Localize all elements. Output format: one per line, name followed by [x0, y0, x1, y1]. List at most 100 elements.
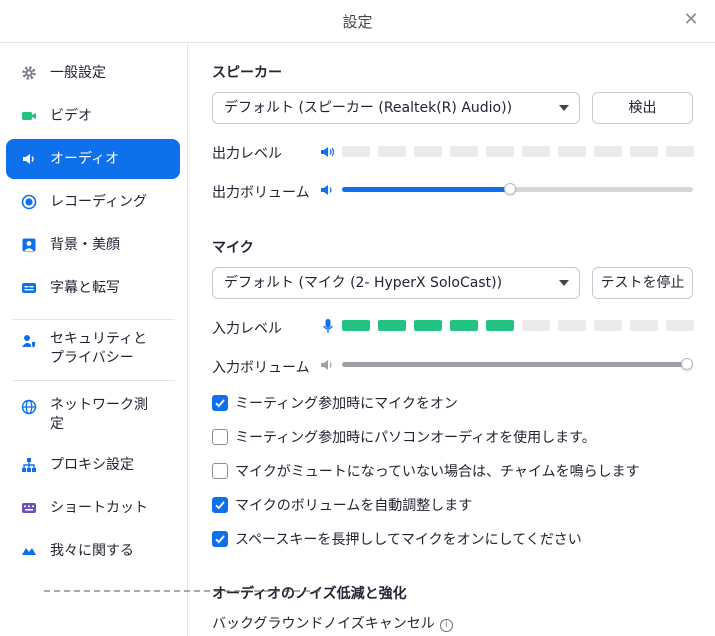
input-level-meter [342, 320, 694, 331]
checkbox-computer-audio-on-join[interactable]: ミーティング参加時にパソコンオーディオを使用します。 [212, 427, 596, 447]
output-volume-label: 出力ボリューム [212, 185, 310, 201]
chevron-down-icon [559, 105, 569, 111]
checkbox-label: スペースキーを長押ししてマイクをオンにしてください [235, 532, 582, 548]
background-noise-text: バックグラウンドノイズキャンセル [212, 616, 435, 632]
sidebar-item-security[interactable]: セキュリティと プライバシー [6, 324, 180, 374]
sidebar-item-proxy[interactable]: プロキシ設定 [6, 445, 180, 485]
stop-test-button[interactable]: テストを停止 [592, 267, 693, 299]
speaker-device-select[interactable]: デフォルト (スピーカー (Realtek(R) Audio)) [212, 92, 580, 124]
checkbox[interactable] [212, 395, 228, 411]
checkmark-icon [215, 535, 225, 544]
sidebar-item-label: ネットワーク測 定 [50, 397, 148, 432]
output-volume-slider[interactable] [342, 183, 693, 195]
checkbox-label: マイクがミュートになっていない場合は、チャイムを鳴らします [235, 464, 640, 480]
close-icon[interactable]: ✕ [681, 10, 701, 30]
checkbox[interactable] [212, 497, 228, 513]
checkmark-icon [215, 399, 225, 408]
captions-icon [20, 279, 38, 297]
speaker-icon [321, 185, 332, 195]
sidebar-divider [12, 319, 175, 320]
video-camera-icon [20, 107, 38, 125]
chevron-down-icon [559, 280, 569, 286]
sidebar-item-label: 字幕と転写 [50, 279, 120, 296]
checkbox[interactable] [212, 429, 228, 445]
sidebar-divider [12, 380, 175, 381]
mic-device-select[interactable]: デフォルト (マイク (2- HyperX SoloCast)) [212, 267, 580, 299]
sidebar: 一般設定 ビデオ オーディオ レコーディング 背景・美顔 字幕と転写 セキュリテ… [0, 44, 188, 636]
input-level-segment [522, 320, 550, 331]
zoom-logo-icon [20, 542, 38, 560]
output-level-segment [450, 146, 478, 157]
output-level-segment [594, 146, 622, 157]
sidebar-item-audio[interactable]: オーディオ [6, 139, 180, 179]
output-volume-thumb[interactable] [504, 183, 516, 195]
input-volume-thumb[interactable] [681, 358, 693, 370]
speaker-icon [321, 147, 335, 157]
speaker-section-title: スピーカー [212, 65, 282, 81]
checkbox-label: ミーティング参加時にマイクをオン [235, 396, 458, 412]
checkbox-label: ミーティング参加時にパソコンオーディオを使用します。 [235, 430, 596, 446]
sidebar-item-label: オーディオ [50, 150, 120, 167]
input-volume-fill [342, 362, 693, 367]
speaker-icon [20, 150, 38, 168]
output-level-segment [342, 146, 370, 157]
network-icon [20, 456, 38, 474]
output-volume-fill [342, 187, 510, 192]
speaker-icon [321, 360, 332, 370]
sidebar-item-recording[interactable]: レコーディング [6, 182, 180, 222]
speaker-test-button[interactable]: 検出 [592, 92, 693, 124]
sidebar-item-shortcuts[interactable]: ショートカット [6, 488, 180, 528]
checkbox-chime-unmuted[interactable]: マイクがミュートになっていない場合は、チャイムを鳴らします [212, 461, 640, 481]
checkbox[interactable] [212, 531, 228, 547]
sidebar-item-label: ショートカット [50, 499, 148, 516]
globe-icon [20, 398, 38, 416]
mic-device-value: デフォルト (マイク (2- HyperX SoloCast)) [224, 275, 503, 291]
cut-off-content [44, 590, 324, 592]
background-noise-label: バックグラウンドノイズキャンセル i [212, 613, 453, 633]
keyboard-icon [20, 499, 38, 517]
window-title: 設定 [342, 13, 373, 31]
sidebar-item-label: セキュリティと プライバシー [50, 331, 148, 366]
input-level-segment [558, 320, 586, 331]
checkbox[interactable] [212, 463, 228, 479]
sidebar-item-general[interactable]: 一般設定 [6, 53, 180, 93]
person-background-icon [20, 236, 38, 254]
output-level-label: 出力レベル [212, 146, 282, 162]
sidebar-item-label: 我々に関する [50, 542, 134, 559]
gear-icon [20, 64, 38, 82]
sidebar-item-about[interactable]: 我々に関する [6, 531, 180, 571]
input-level-segment [414, 320, 442, 331]
checkbox-label: マイクのボリュームを自動調整します [235, 498, 473, 514]
audio-settings-panel: スピーカー デフォルト (スピーカー (Realtek(R) Audio)) 検… [189, 44, 715, 636]
output-level-segment [414, 146, 442, 157]
sidebar-item-label: 背景・美顔 [50, 236, 120, 253]
output-level-segment [666, 146, 694, 157]
sidebar-item-background[interactable]: 背景・美顔 [6, 225, 180, 265]
input-level-segment [630, 320, 658, 331]
input-level-segment [378, 320, 406, 331]
input-volume-label: 入力ボリューム [212, 360, 310, 376]
noise-section-title: オーディオのノイズ低減と強化 [212, 586, 407, 602]
input-level-segment [594, 320, 622, 331]
output-level-segment [378, 146, 406, 157]
speaker-device-value: デフォルト (スピーカー (Realtek(R) Audio)) [224, 100, 513, 116]
sidebar-item-network[interactable]: ネットワーク測 定 [6, 390, 180, 440]
checkmark-icon [215, 501, 225, 510]
input-level-segment [666, 320, 694, 331]
checkbox-auto-adjust-volume[interactable]: マイクのボリュームを自動調整します [212, 495, 472, 515]
sidebar-item-label: レコーディング [50, 193, 148, 210]
checkbox-mic-on-join[interactable]: ミーティング参加時にマイクをオン [212, 393, 458, 413]
info-icon[interactable]: i [439, 619, 453, 632]
output-level-segment [558, 146, 586, 157]
sidebar-item-captions[interactable]: 字幕と転写 [6, 268, 180, 308]
input-volume-slider[interactable] [342, 358, 693, 370]
title-bar: 設定 ✕ [0, 0, 715, 43]
sidebar-item-label: ビデオ [50, 107, 92, 124]
sidebar-item-video[interactable]: ビデオ [6, 96, 180, 136]
sidebar-item-label: プロキシ設定 [50, 456, 134, 473]
record-icon [20, 193, 38, 211]
user-shield-icon [20, 332, 38, 350]
output-level-segment [522, 146, 550, 157]
checkbox-push-to-talk[interactable]: スペースキーを長押ししてマイクをオンにしてください [212, 529, 582, 549]
output-level-segment [630, 146, 658, 157]
